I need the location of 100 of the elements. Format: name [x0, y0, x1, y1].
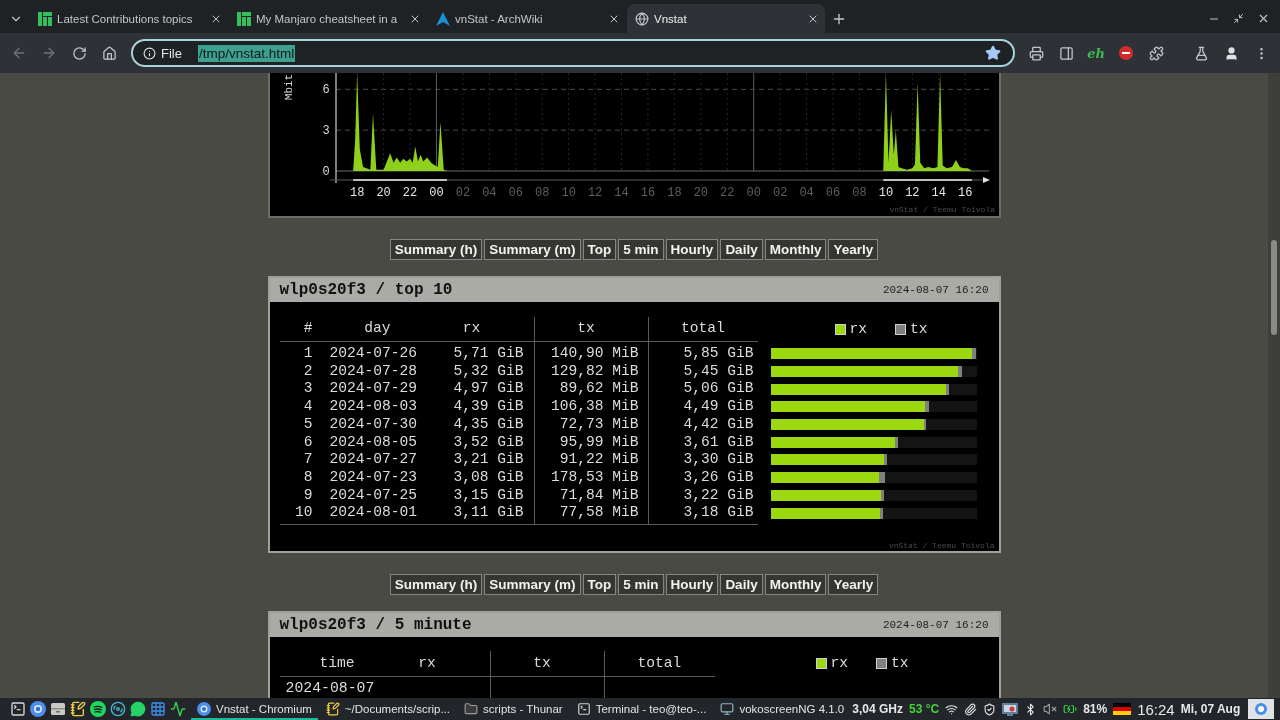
- url-text[interactable]: /tmp/vnstat.html: [197, 44, 296, 62]
- table-cell-text: 3,21 GiB: [452, 451, 525, 469]
- column-header: tx: [533, 317, 648, 341]
- clock-label[interactable]: 16:24: [1137, 700, 1175, 718]
- nav-button[interactable]: Monthly: [764, 574, 827, 595]
- taskbar-window-button[interactable]: Terminal - teo@teo-...: [570, 698, 713, 720]
- credit-text: vnStat / Teemu Toivola: [888, 541, 995, 550]
- table-cell: 71,84 MiB: [533, 486, 648, 505]
- axis-tick-label: 14: [931, 186, 946, 200]
- nav-button[interactable]: Summary (h): [389, 574, 483, 595]
- table-cell: 3,30 GiB: [647, 451, 758, 469]
- table-cell: 178,53 MiB: [533, 468, 648, 487]
- notepad-icon[interactable]: [70, 701, 86, 717]
- axis-tick-label: 12: [904, 186, 920, 200]
- browser-tab[interactable]: Latest Contributions topics: [30, 4, 228, 33]
- nav-button[interactable]: Top: [582, 239, 617, 260]
- close-icon[interactable]: [1257, 12, 1270, 25]
- table-cell-text: 10: [294, 504, 313, 523]
- flag-icon[interactable]: [1113, 703, 1132, 715]
- table-cell: 3,61 GiB: [647, 433, 758, 452]
- axis-tick-label: 02: [772, 186, 787, 200]
- chat-bubble-icon[interactable]: [130, 701, 146, 717]
- axis-tick-label: 20: [375, 186, 391, 200]
- terminal-icon[interactable]: [10, 701, 26, 717]
- taskbar-window-button[interactable]: ~/Documents/scrip...: [319, 698, 456, 720]
- table-cell-text: 9: [302, 486, 313, 505]
- axis-tick-label: 20: [693, 186, 708, 200]
- nav-button[interactable]: Hourly: [665, 239, 719, 260]
- home-icon[interactable]: [101, 45, 117, 61]
- table-cell: 129,82 MiB: [533, 362, 648, 381]
- axis-tick-label: 6: [321, 83, 330, 98]
- nav-button[interactable]: Monthly: [764, 239, 827, 260]
- restore-icon[interactable]: [1233, 13, 1244, 24]
- axis-tick-label: 06: [508, 186, 523, 200]
- shield-check-icon[interactable]: [983, 702, 997, 716]
- disc-icon[interactable]: [110, 701, 126, 717]
- axis-tick-label: 16: [640, 186, 655, 200]
- app-grid-icon[interactable]: [150, 701, 166, 717]
- scrollbar[interactable]: [1268, 73, 1280, 698]
- site-info-button[interactable]: File: [139, 45, 186, 61]
- nav-button[interactable]: 5 min: [618, 574, 664, 595]
- nav-button[interactable]: Summary (h): [389, 239, 483, 260]
- address-bar[interactable]: File /tmp/vnstat.html: [131, 39, 1015, 67]
- column-header: tx: [489, 651, 604, 676]
- legend-label: rx: [830, 655, 848, 672]
- speaker-muted-icon[interactable]: [1043, 702, 1058, 716]
- back-icon[interactable]: [11, 45, 27, 61]
- nav-button[interactable]: Top: [582, 574, 617, 595]
- paperclip-icon[interactable]: [964, 702, 978, 716]
- table-cell-text: 4,35 GiB: [452, 415, 525, 434]
- taskbar-window-button[interactable]: vokoscreenNG 4.1.0: [714, 698, 851, 720]
- globe-icon: [635, 11, 649, 26]
- browser-tab[interactable]: vnStat - ArchWiki: [428, 4, 626, 33]
- axis-tick-label: 16: [957, 186, 972, 200]
- browser-icon[interactable]: [30, 701, 46, 717]
- arch-logo-icon: [436, 11, 450, 26]
- nav-button[interactable]: Yearly: [828, 574, 879, 595]
- manjaro-logo-icon: [38, 11, 52, 26]
- music-app-icon[interactable]: [90, 701, 106, 717]
- nav-button[interactable]: Yearly: [828, 239, 879, 260]
- forward-icon[interactable]: [41, 45, 57, 61]
- wifi-icon[interactable]: [945, 702, 959, 716]
- reload-icon[interactable]: [71, 45, 87, 61]
- axis-tick-label: 02: [455, 186, 470, 200]
- extension-button[interactable]: eh: [1087, 45, 1105, 61]
- nav-button[interactable]: Daily: [720, 574, 763, 595]
- pulse-icon[interactable]: [170, 701, 186, 717]
- browser-tab[interactable]: Vnstat: [627, 4, 825, 33]
- axis-tick-label: 08: [534, 186, 549, 200]
- browser-window-icon[interactable]: [1248, 699, 1275, 719]
- puzzle-icon[interactable]: [1148, 45, 1164, 61]
- taskbar-window-button[interactable]: scripts - Thunar: [458, 698, 569, 720]
- table-cell-text: 2024-07-26: [328, 344, 419, 363]
- side-panel-icon[interactable]: [1058, 45, 1074, 61]
- battery-icon[interactable]: [1063, 702, 1078, 716]
- panel-title: wlp0s20f3 / top 10: [279, 281, 453, 299]
- table-cell-text: 5,71 GiB: [452, 344, 525, 363]
- flask-icon[interactable]: [1193, 45, 1209, 61]
- drawer-icon[interactable]: [50, 701, 66, 717]
- nav-button[interactable]: Daily: [720, 239, 763, 260]
- browser-tab[interactable]: My Manjaro cheatsheet in a: [229, 4, 427, 33]
- nav-button[interactable]: 5 min: [618, 239, 664, 260]
- profile-icon[interactable]: [1223, 45, 1239, 61]
- screen-icon[interactable]: [1002, 702, 1019, 716]
- timestamp-label: 2024-08-07 16:20: [882, 284, 989, 296]
- axis-tick-label: 12: [587, 186, 602, 200]
- taskbar-window-button[interactable]: Vnstat - Chromium: [191, 698, 318, 720]
- printer-icon[interactable]: [1028, 45, 1044, 61]
- bookmark-star-icon[interactable]: [985, 45, 1001, 61]
- battery-label: 81%: [1083, 702, 1108, 716]
- nav-button[interactable]: Hourly: [665, 574, 719, 595]
- axis-tick-label: 0: [321, 165, 330, 179]
- table-cell-text: 3,15 GiB: [452, 486, 525, 505]
- nav-button[interactable]: Summary (m): [484, 239, 581, 260]
- nav-button[interactable]: Summary (m): [484, 574, 581, 595]
- table-cell-text: 2024-07-28: [328, 362, 419, 381]
- axis-tick-label: 10: [560, 186, 576, 200]
- column-header: day: [363, 319, 392, 339]
- minus-circle-icon[interactable]: [1119, 46, 1133, 60]
- date-label[interactable]: Mi, 07 Aug: [1180, 702, 1241, 716]
